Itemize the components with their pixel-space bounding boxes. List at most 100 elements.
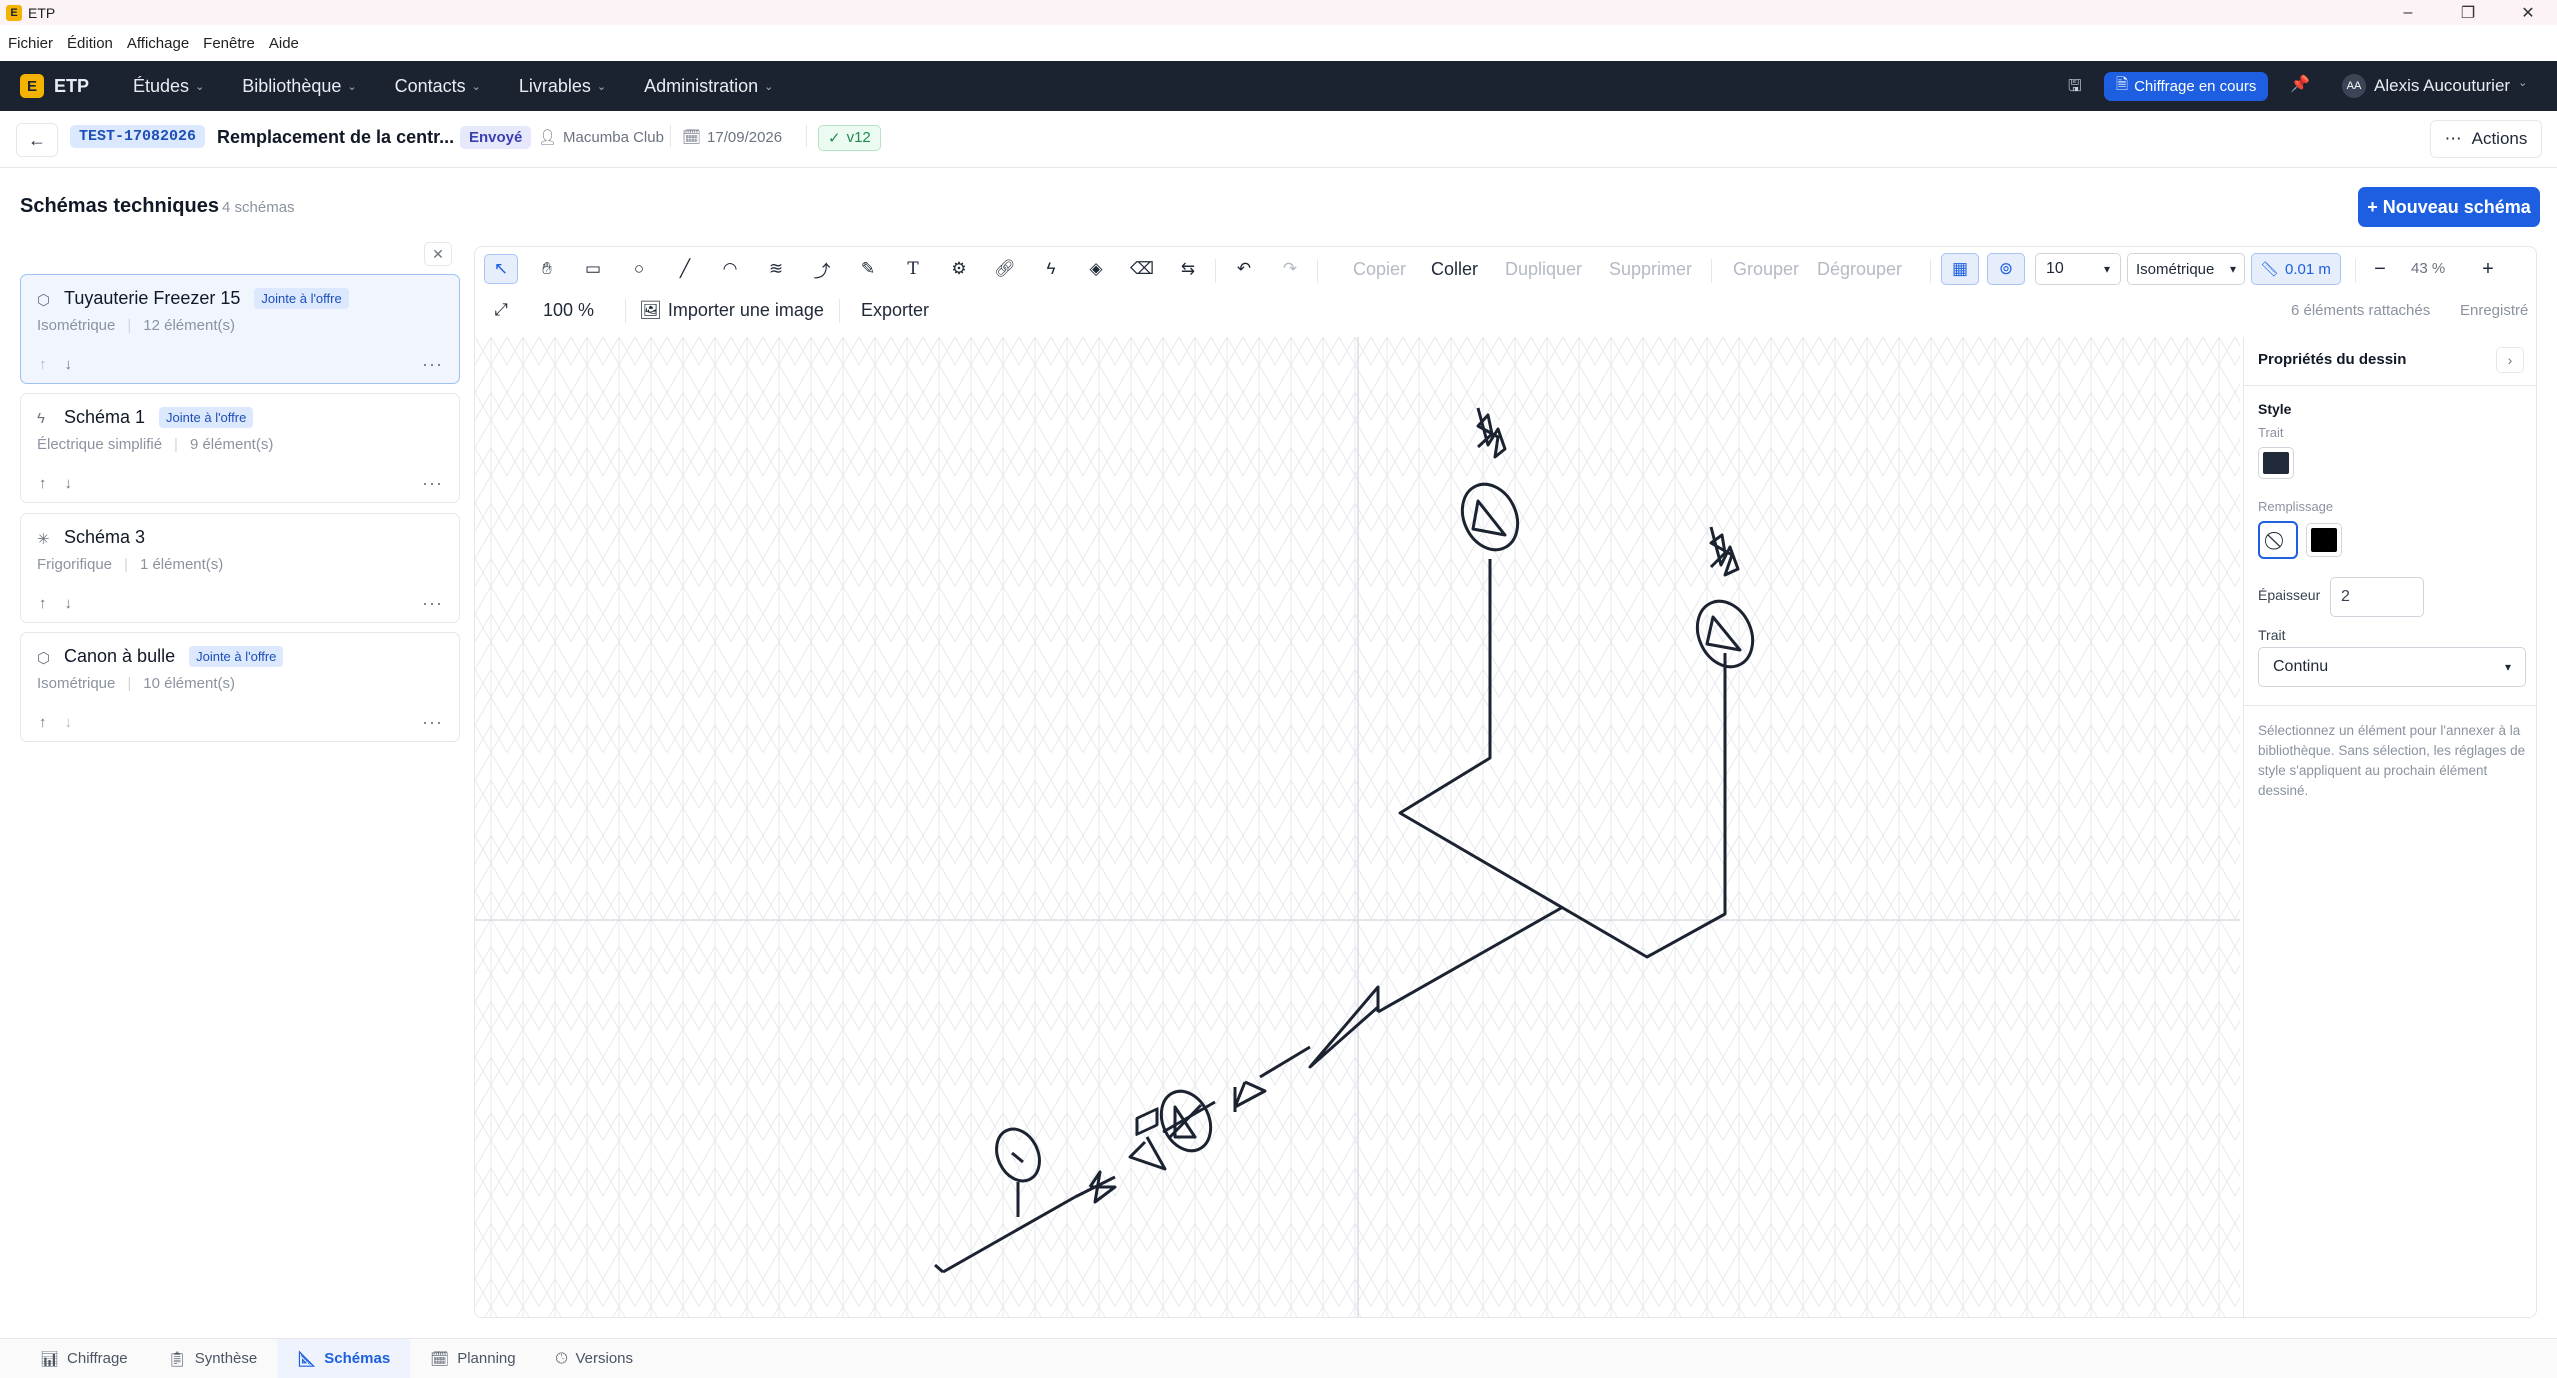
- pipes-tool-icon[interactable]: ≋: [759, 254, 793, 284]
- tab-chiffrage[interactable]: 📊︎ Chiffrage: [20, 1339, 148, 1378]
- schema-card[interactable]: ϟ Schéma 1 Jointe à l'offre Électrique si…: [20, 393, 460, 503]
- nav-administration[interactable]: Administration ⌄: [644, 76, 773, 97]
- properties-panel: Propriétés du dessin › Style Trait Rempl…: [2243, 337, 2536, 1317]
- thickness-input[interactable]: 2: [2330, 577, 2424, 617]
- move-up-icon[interactable]: ↑: [39, 714, 47, 731]
- pin-icon[interactable]: 📌: [2290, 74, 2310, 94]
- move-down-icon[interactable]: ↓: [65, 595, 73, 612]
- import-image-button[interactable]: 🖼︎ Importer une image: [639, 300, 824, 321]
- undo-icon[interactable]: ↶: [1227, 254, 1261, 284]
- move-down-icon[interactable]: ↓: [65, 356, 73, 373]
- nav-etudes[interactable]: Études ⌄: [133, 76, 204, 97]
- tab-synthese[interactable]: 📋︎ Synthèse: [148, 1339, 278, 1378]
- fill-color-swatch[interactable]: [2306, 523, 2342, 557]
- move-up-icon[interactable]: ↑: [39, 356, 47, 373]
- curve-tool-icon[interactable]: ⤴: [805, 254, 839, 284]
- study-ref[interactable]: TEST-17082026: [70, 125, 206, 148]
- menu-window[interactable]: Fenêtre: [203, 35, 255, 52]
- move-up-icon[interactable]: ↑: [39, 475, 47, 492]
- rectangle-tool-icon[interactable]: ▭: [576, 254, 610, 284]
- fill-tool-icon[interactable]: ◈: [1079, 254, 1113, 284]
- move-down-icon[interactable]: ↓: [65, 475, 73, 492]
- group-button[interactable]: Grouper: [1733, 259, 1799, 280]
- minimize-icon[interactable]: –: [2385, 0, 2431, 25]
- user-menu[interactable]: Alexis Aucouturier ⌄: [2374, 76, 2527, 96]
- arc-tool-icon[interactable]: ◠: [713, 254, 747, 284]
- eraser-tool-icon[interactable]: ⌫: [1125, 254, 1159, 284]
- swap-tool-icon[interactable]: ⇆: [1171, 254, 1205, 284]
- symbol-tool-icon[interactable]: ⚙: [942, 254, 976, 284]
- zoom-out-icon[interactable]: −: [2363, 254, 2397, 284]
- menu-edit[interactable]: Édition: [67, 35, 113, 52]
- fit-screen-icon[interactable]: ⤢: [484, 295, 518, 325]
- more-icon[interactable]: ···: [422, 712, 443, 733]
- drawing-canvas[interactable]: [475, 337, 2240, 1318]
- chevron-right-icon[interactable]: ›: [2496, 347, 2524, 373]
- restore-icon[interactable]: ❐: [2445, 0, 2491, 25]
- stroke-size-select[interactable]: 10 ▾: [2035, 253, 2121, 285]
- nav-bibliotheque[interactable]: Bibliothèque ⌄: [242, 76, 356, 97]
- zoom-in-icon[interactable]: +: [2471, 254, 2505, 284]
- no-fill-icon[interactable]: ⃠: [2258, 521, 2298, 559]
- more-icon[interactable]: ···: [422, 354, 443, 375]
- image-icon: 🖼︎: [639, 300, 662, 320]
- new-schema-button[interactable]: + Nouveau schéma: [2358, 187, 2540, 227]
- close-panel-icon[interactable]: ✕: [424, 242, 452, 266]
- stroke-color-swatch[interactable]: [2258, 447, 2294, 479]
- actions-button[interactable]: ⋯ Actions: [2430, 120, 2542, 158]
- save-icon[interactable]: 🖫: [2068, 75, 2082, 102]
- export-button[interactable]: Exporter: [861, 300, 929, 321]
- pencil-tool-icon[interactable]: ✎: [851, 254, 885, 284]
- tab-schemas[interactable]: 📐︎ Schémas: [277, 1338, 411, 1378]
- schema-card[interactable]: ⬡ Canon à bulle Jointe à l'offre Isométri…: [20, 632, 460, 742]
- close-window-icon[interactable]: ✕: [2505, 0, 2551, 25]
- menu-view[interactable]: Affichage: [127, 35, 189, 52]
- drawing-svg[interactable]: [475, 337, 2240, 1318]
- more-icon[interactable]: ···: [422, 473, 443, 494]
- delete-button[interactable]: Supprimer: [1609, 259, 1692, 280]
- ungroup-button[interactable]: Dégrouper: [1817, 259, 1902, 280]
- circle-tool-icon[interactable]: ○: [622, 254, 656, 284]
- menu-help[interactable]: Aide: [269, 35, 299, 52]
- move-down-icon[interactable]: ↓: [65, 714, 73, 731]
- redo-icon[interactable]: ↷: [1273, 254, 1307, 284]
- nav-livrables[interactable]: Livrables ⌄: [519, 76, 606, 97]
- brand-logo-icon[interactable]: E: [20, 74, 44, 98]
- nav-contacts[interactable]: Contacts ⌄: [395, 76, 481, 97]
- hand-tool-icon[interactable]: ✋︎: [530, 254, 564, 284]
- move-up-icon[interactable]: ↑: [39, 595, 47, 612]
- copy-button[interactable]: Copier: [1353, 259, 1406, 280]
- line-tool-icon[interactable]: ╱: [668, 254, 702, 284]
- more-icon[interactable]: ···: [422, 593, 443, 614]
- bottom-tabs: 📊︎ Chiffrage 📋︎ Synthèse 📐︎ Schémas 🗓︎ Plann…: [0, 1338, 2557, 1378]
- grid-toggle-icon[interactable]: ▦: [1941, 253, 1979, 285]
- connector-tool-icon[interactable]: ϟ: [1034, 254, 1068, 284]
- schema-card[interactable]: ⬡ Tuyauterie Freezer 15 Jointe à l'offre …: [20, 274, 460, 384]
- tab-planning[interactable]: 🗓︎ Planning: [410, 1339, 535, 1378]
- cube-icon: ⬡: [37, 292, 51, 309]
- brand-name[interactable]: ETP: [54, 76, 89, 97]
- tab-versions[interactable]: 🕓︎ Versions: [536, 1339, 653, 1378]
- select-tool-icon[interactable]: ↖: [484, 254, 518, 284]
- divider: [1215, 259, 1216, 283]
- avatar[interactable]: AA: [2342, 74, 2366, 98]
- status-button[interactable]: 🗎 Chiffrage en cours: [2104, 72, 2269, 101]
- text-tool-icon[interactable]: T: [896, 254, 930, 284]
- version-badge[interactable]: ✓ v12: [818, 125, 881, 151]
- magnet-toggle-icon[interactable]: ⊚: [1987, 253, 2025, 285]
- attached-tag: Jointe à l'offre: [189, 646, 284, 667]
- back-button[interactable]: ←: [16, 123, 58, 157]
- reset-zoom-button[interactable]: 100 %: [543, 300, 594, 321]
- projection-select[interactable]: Isométrique ▾: [2127, 253, 2245, 285]
- help-text: Sélectionnez un élément pour l'annexer à…: [2258, 723, 2526, 798]
- snap-setting[interactable]: 📏︎ 0.01 m: [2251, 253, 2341, 285]
- client-info: 👤︎ Macumba Club: [538, 128, 664, 147]
- duplicate-button[interactable]: Dupliquer: [1505, 259, 1582, 280]
- menu-file[interactable]: Fichier: [8, 35, 53, 52]
- schema-card[interactable]: ✳ Schéma 3 Frigorifique | 1 élément(s) ↑ ↓ …: [20, 513, 460, 623]
- line-style-select[interactable]: Continu ▾: [2258, 647, 2526, 687]
- schema-name: Canon à bulle: [64, 646, 176, 666]
- paste-button[interactable]: Coller: [1431, 259, 1478, 280]
- link-tool-icon[interactable]: 🔗︎: [988, 254, 1022, 284]
- schema-name: Tuyauterie Freezer 15: [64, 288, 241, 308]
